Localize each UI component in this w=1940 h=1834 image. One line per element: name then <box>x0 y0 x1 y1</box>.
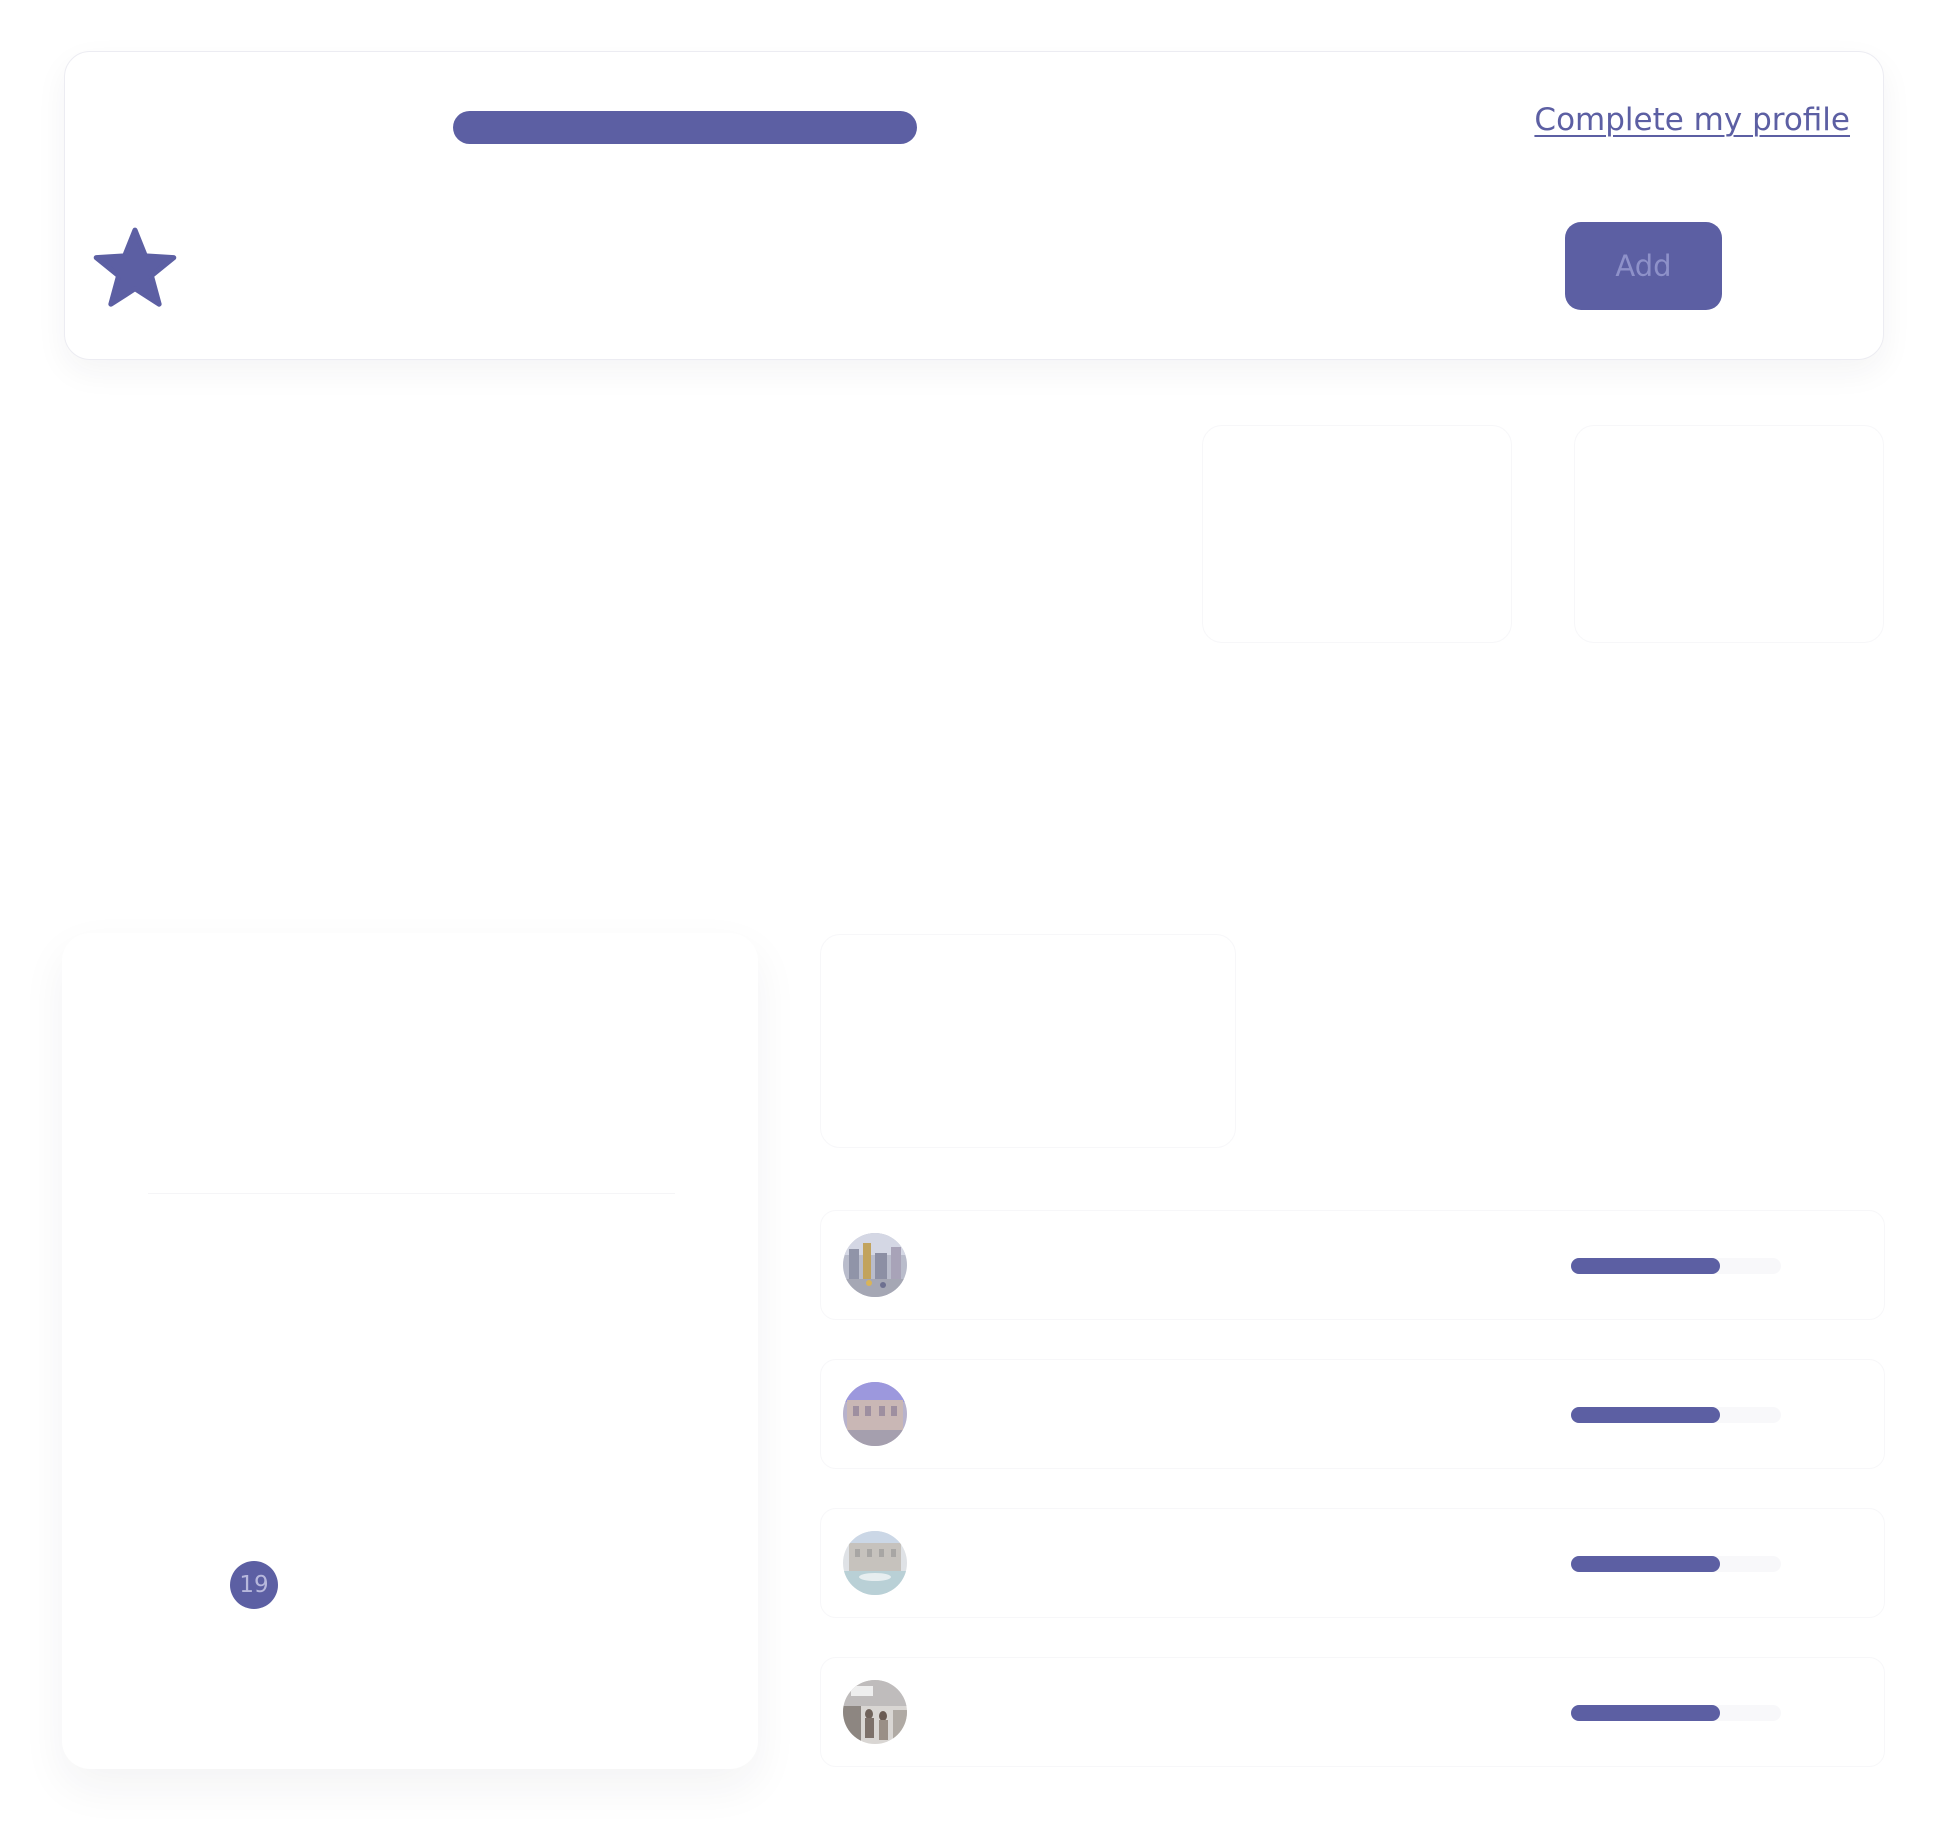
trip-list <box>820 1210 1885 1806</box>
trip-progress-fill <box>1571 1407 1721 1423</box>
trip-progress-track <box>1571 1407 1781 1423</box>
trip-row[interactable] <box>820 1210 1885 1320</box>
complete-profile-link[interactable]: Complete my profile <box>1534 102 1850 138</box>
street-people-photo-icon <box>843 1680 907 1744</box>
add-button[interactable]: Add <box>1565 222 1722 310</box>
info-card <box>820 934 1236 1148</box>
stat-card <box>1202 425 1512 643</box>
trip-progress-track <box>1571 1556 1781 1572</box>
palace-photo-icon <box>843 1382 907 1446</box>
city-square-photo-icon <box>843 1233 907 1297</box>
calendar-divider <box>148 1193 675 1194</box>
stat-card <box>1574 425 1884 643</box>
calendar-card: 19 <box>62 933 758 1769</box>
trip-progress-track <box>1571 1258 1781 1274</box>
profile-progress-bar <box>453 111 917 144</box>
star-icon <box>92 225 178 311</box>
trip-row[interactable] <box>820 1657 1885 1767</box>
trip-row[interactable] <box>820 1508 1885 1618</box>
trip-progress-fill <box>1571 1258 1721 1274</box>
trip-row[interactable] <box>820 1359 1885 1469</box>
trip-progress-fill <box>1571 1556 1721 1572</box>
fountain-photo-icon <box>843 1531 907 1595</box>
dashboard-page: Complete my profile Add 19 <box>0 0 1940 1834</box>
trip-progress-track <box>1571 1705 1781 1721</box>
profile-card: Complete my profile Add <box>64 51 1884 360</box>
trip-progress-fill <box>1571 1705 1721 1721</box>
calendar-day-selected[interactable]: 19 <box>230 1561 278 1609</box>
